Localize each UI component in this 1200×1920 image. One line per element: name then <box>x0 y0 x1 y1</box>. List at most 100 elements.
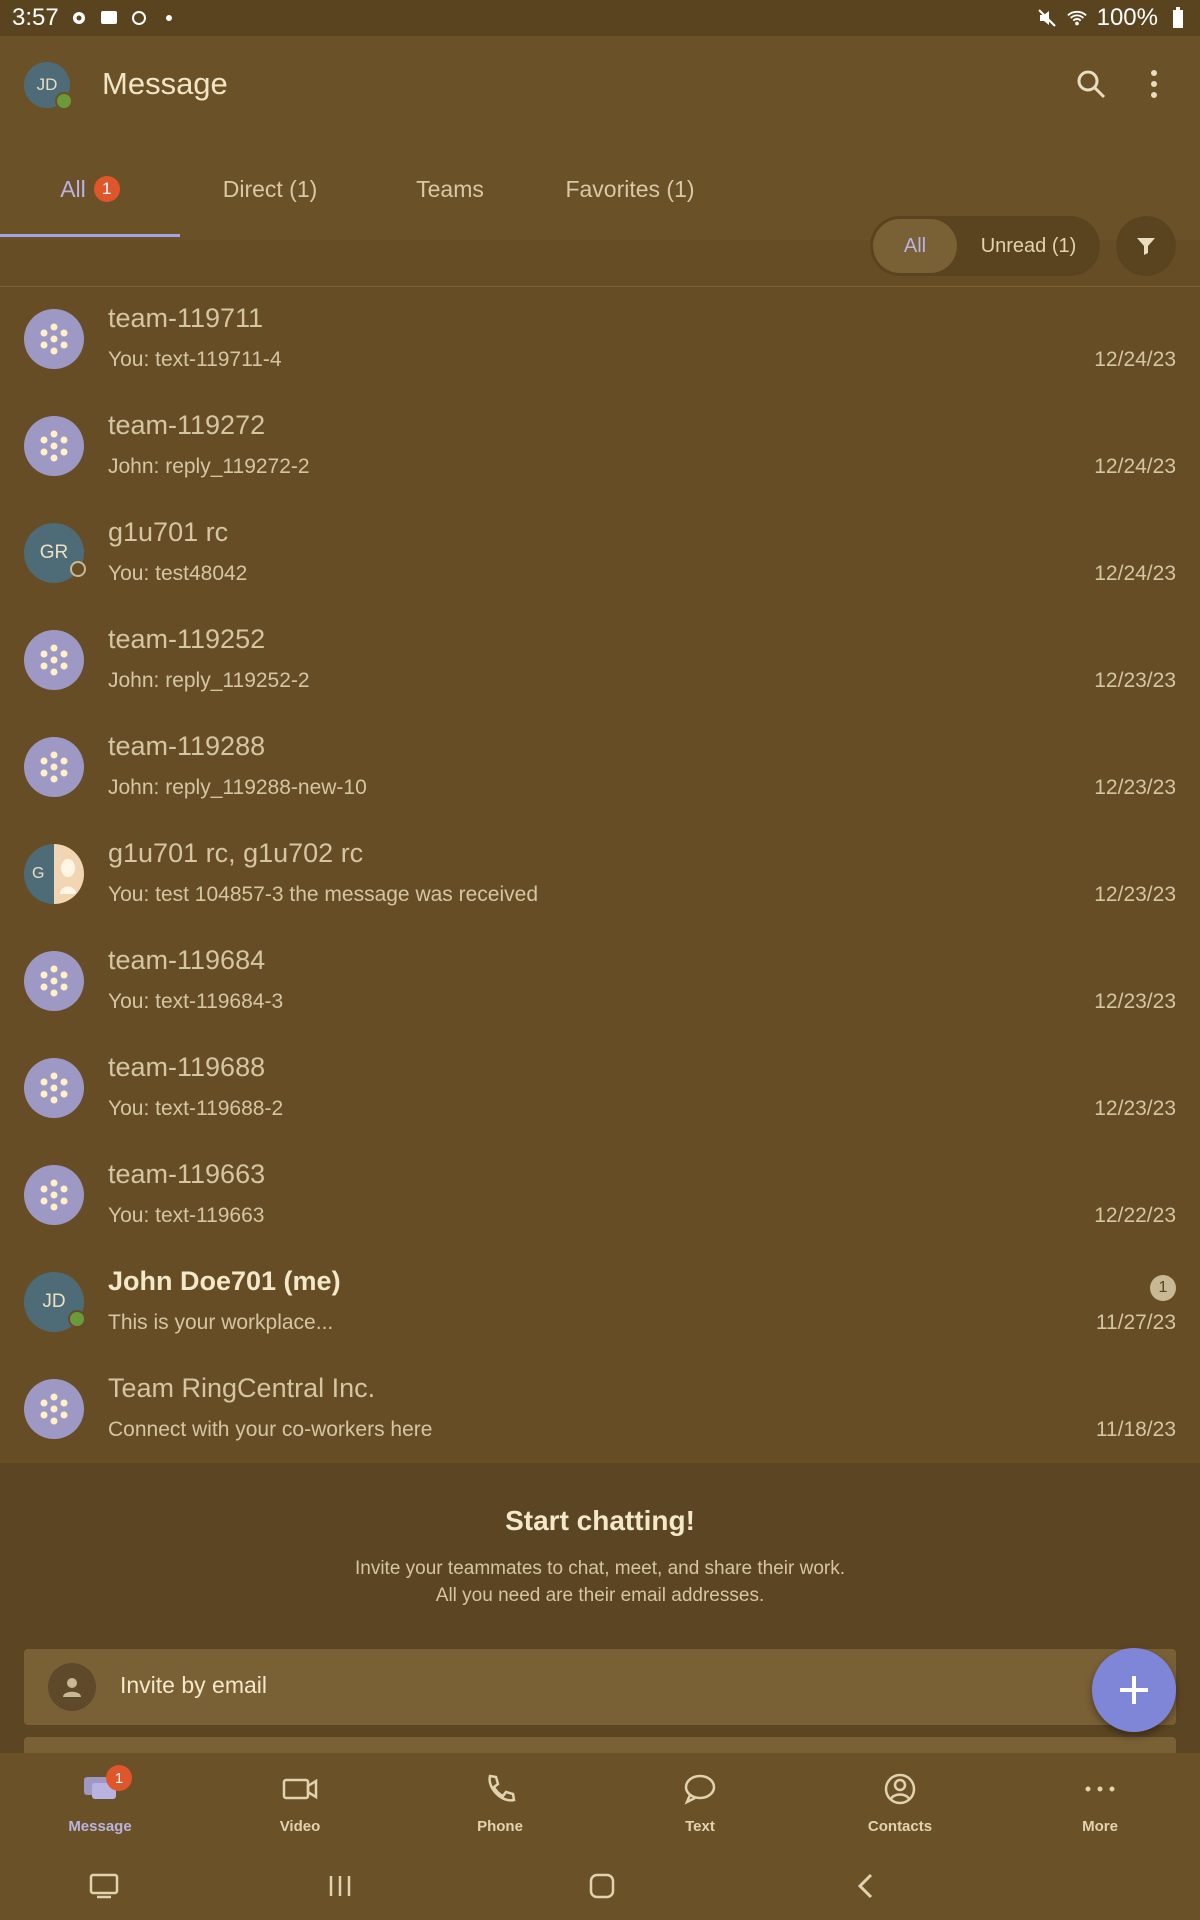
start-chatting-title: Start chatting! <box>505 1505 695 1536</box>
conversation-date: 11/27/23 <box>1095 1311 1176 1334</box>
filter-all-button[interactable]: All <box>873 219 957 273</box>
conversation-date: 12/24/23 <box>1094 562 1176 585</box>
wifi-icon <box>1066 8 1087 28</box>
conversation-row[interactable]: team-119684 You: text-119684-3 12/23/23 <box>0 928 1200 1035</box>
back-icon[interactable] <box>846 1866 886 1906</box>
team-avatar-icon <box>24 1379 84 1439</box>
conversation-date: 12/23/23 <box>1094 990 1176 1013</box>
phone-icon <box>482 1773 518 1810</box>
conversation-row[interactable]: team-119711 You: text-119711-4 12/24/23 <box>0 286 1200 393</box>
nav-phone-label: Phone <box>477 1818 523 1835</box>
home-icon[interactable] <box>582 1866 622 1906</box>
conversation-row[interactable]: team-119252 John: reply_119252-2 12/23/2… <box>0 607 1200 714</box>
person-icon <box>48 1663 96 1711</box>
conversation-title: team-119663 <box>108 1159 266 1189</box>
filter-funnel-icon[interactable] <box>1116 216 1176 276</box>
presence-online-icon <box>55 92 73 110</box>
start-chatting-section: Start chatting! Invite your teammates to… <box>0 1463 1200 1767</box>
user-avatar: GR <box>24 523 86 583</box>
overflow-menu-icon[interactable] <box>1128 58 1180 110</box>
nav-message-label: Message <box>68 1818 132 1835</box>
nav-text-label: Text <box>685 1818 715 1835</box>
settings-gear-icon <box>69 8 89 28</box>
conversation-title: g1u701 rc <box>108 517 229 547</box>
status-time: 3:57 <box>12 4 59 31</box>
nav-contacts-label: Contacts <box>867 1818 933 1835</box>
conversation-date: 12/23/23 <box>1094 776 1176 799</box>
conversation-title: John Doe701 (me) <box>108 1266 341 1296</box>
team-avatar-icon <box>24 309 84 369</box>
nav-more[interactable]: More <box>1000 1753 1200 1848</box>
recent-apps-icon[interactable] <box>320 1866 360 1906</box>
conversation-row[interactable]: Team RingCentral Inc. Connect with your … <box>0 1356 1200 1463</box>
conversation-title: g1u701 rc, g1u702 rc <box>108 838 364 868</box>
team-avatar-icon <box>24 737 84 797</box>
battery-icon <box>1168 7 1188 28</box>
tab-favorites-label: Favorites (1) <box>565 175 695 202</box>
settings-outline-icon <box>129 8 149 28</box>
invite-by-email-button[interactable]: Invite by email <box>24 1649 1176 1725</box>
dot-icon <box>159 8 179 28</box>
conversation-row[interactable]: team-119288 John: reply_119288-new-10 12… <box>0 714 1200 821</box>
new-conversation-fab[interactable] <box>1092 1648 1176 1732</box>
notification-icon <box>99 8 119 28</box>
tab-all-badge: 1 <box>93 176 120 202</box>
conversation-title: team-119272 <box>108 410 266 440</box>
conversation-row[interactable]: JD John Doe701 (me) 1 This is your workp… <box>0 1249 1200 1356</box>
group-avatar: G <box>24 844 84 904</box>
conversation-row[interactable]: G g1u701 rc, g1u702 rc You: test 104857-… <box>0 821 1200 928</box>
conversation-preview: You: test 104857-3 the message was recei… <box>108 883 538 906</box>
nav-more-label: More <box>1082 1818 1118 1835</box>
conversation-row[interactable]: team-119663 You: text-119663 12/22/23 <box>0 1142 1200 1249</box>
filter-unread-button[interactable]: Unread (1) <box>957 235 1100 258</box>
tab-direct-label: Direct (1) <box>222 175 318 202</box>
system-navigation-bar <box>0 1848 1200 1920</box>
start-chatting-line-2: All you need are their email addresses. <box>435 1585 765 1606</box>
battery-percent: 100% <box>1096 4 1158 31</box>
nav-phone[interactable]: Phone <box>400 1753 600 1848</box>
nav-video-label: Video <box>279 1818 321 1835</box>
conversation-row[interactable]: team-119272 John: reply_119272-2 12/24/2… <box>0 393 1200 500</box>
my-avatar[interactable]: JD <box>24 62 73 110</box>
conversation-preview: You: text-119711-4 <box>108 348 282 371</box>
conversation-preview: This is your workplace... <box>108 1311 334 1334</box>
conversation-title: team-119288 <box>108 731 266 761</box>
conversation-date: 12/24/23 <box>1094 455 1176 478</box>
text-icon <box>682 1773 718 1810</box>
team-avatar-icon <box>24 1165 84 1225</box>
conversation-date: 12/23/23 <box>1094 883 1176 906</box>
start-chatting-line-1: Invite your teammates to chat, meet, and… <box>354 1558 845 1579</box>
conversation-preview: John: reply_119252-2 <box>108 669 310 692</box>
nav-message[interactable]: 1 Message <box>0 1753 200 1848</box>
screen-share-icon[interactable] <box>84 1866 124 1906</box>
team-avatar-icon <box>24 416 84 476</box>
contacts-icon <box>882 1773 918 1810</box>
conversation-row[interactable]: GR g1u701 rc You: test48042 12/24/23 <box>0 500 1200 607</box>
presence-online-icon <box>68 1310 86 1328</box>
conversation-date: 11/18/23 <box>1095 1418 1176 1441</box>
more-icon <box>1082 1773 1118 1810</box>
my-avatar-initials: JD <box>36 75 58 94</box>
conversation-preview: Connect with your co-workers here <box>108 1418 433 1441</box>
presence-offline-icon <box>70 561 86 577</box>
video-icon <box>282 1773 318 1810</box>
conversation-title: team-119684 <box>108 945 266 975</box>
tab-teams-label: Teams <box>416 175 484 202</box>
nav-contacts[interactable]: Contacts <box>800 1753 1000 1848</box>
team-avatar-icon <box>24 951 84 1011</box>
conversation-preview: John: reply_119288-new-10 <box>108 776 367 799</box>
conversation-date: 12/23/23 <box>1094 1097 1176 1120</box>
team-avatar-icon <box>24 1058 84 1118</box>
nav-video[interactable]: Video <box>200 1753 400 1848</box>
search-icon[interactable] <box>1065 58 1117 110</box>
conversation-title: team-119688 <box>108 1052 266 1082</box>
conversation-title: team-119711 <box>108 303 264 333</box>
avatar-initials: JD <box>42 1291 66 1312</box>
invite-by-email-label: Invite by email <box>120 1672 268 1698</box>
conversation-row[interactable]: team-119688 You: text-119688-2 12/23/23 <box>0 1035 1200 1142</box>
unread-count-badge: 1 <box>1150 1275 1176 1301</box>
conversation-preview: John: reply_119272-2 <box>108 455 310 478</box>
conversation-date: 12/22/23 <box>1094 1204 1176 1227</box>
nav-text[interactable]: Text <box>600 1753 800 1848</box>
conversation-preview: You: text-119688-2 <box>108 1097 284 1120</box>
